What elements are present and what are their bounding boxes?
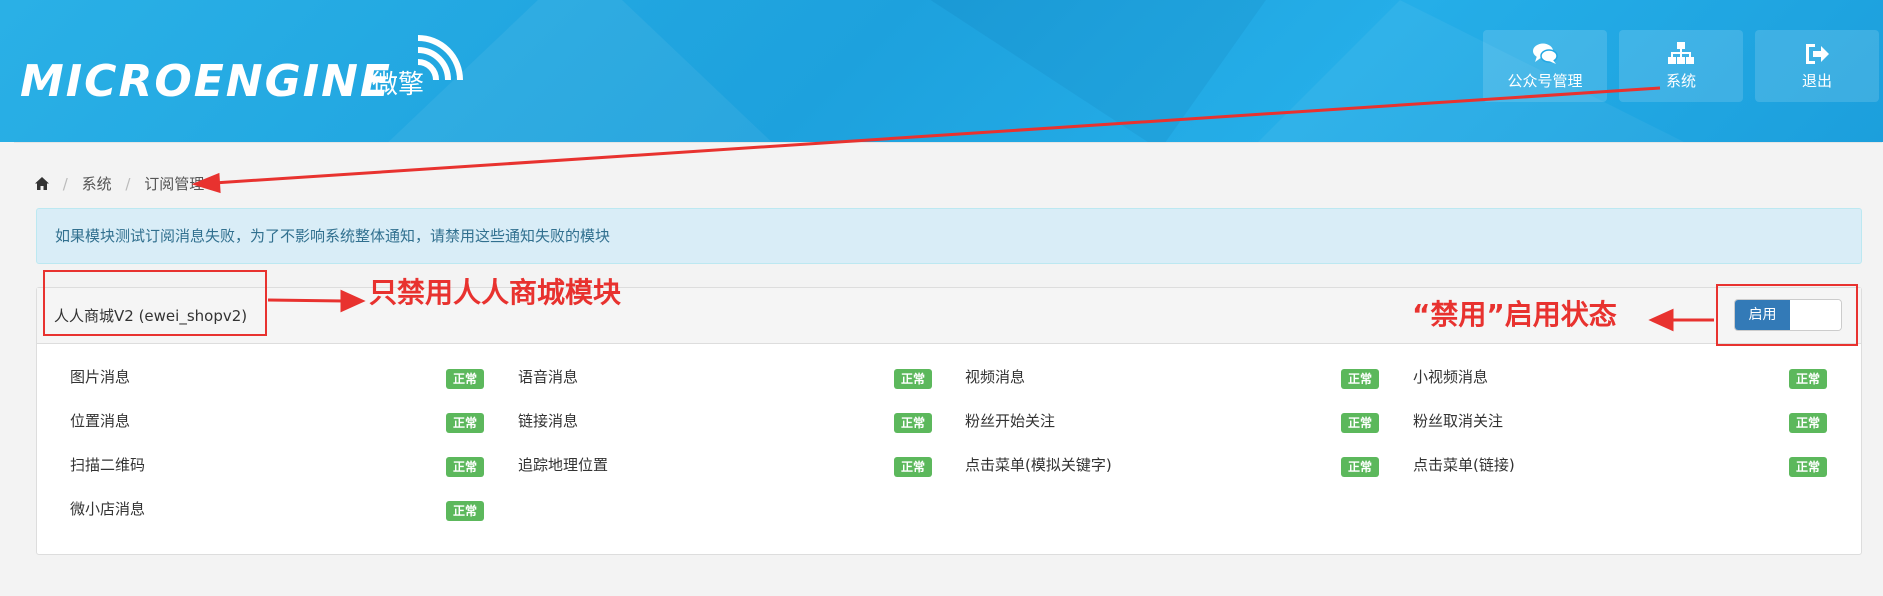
- logout-label: 退出: [1801, 72, 1832, 90]
- annotation-box-toggle: [1716, 284, 1858, 346]
- list-item-label: 点击菜单(模拟关键字): [965, 456, 1112, 474]
- sign-out-icon: [1806, 44, 1829, 64]
- list-item-label: 追踪地理位置: [518, 456, 609, 474]
- comments-icon: [1533, 43, 1558, 64]
- list-item-label: 微小店消息: [70, 500, 146, 518]
- annotation-box-module: [43, 270, 267, 336]
- status-badge: 正常: [1341, 413, 1379, 433]
- status-badge: 正常: [446, 369, 484, 389]
- status-badge: 正常: [446, 501, 484, 521]
- status-badge: 正常: [894, 413, 932, 433]
- logout-button[interactable]: 退出: [1755, 30, 1879, 102]
- system-button[interactable]: 系统: [1619, 30, 1743, 102]
- list-item-label: 小视频消息: [1413, 368, 1489, 386]
- list-item-label: 链接消息: [518, 412, 579, 430]
- status-badge: 正常: [1789, 413, 1827, 433]
- status-badge: 正常: [1341, 457, 1379, 477]
- info-alert: 如果模块测试订阅消息失败，为了不影响系统整体通知，请禁用这些通知失败的模块: [36, 208, 1862, 264]
- official-account-button[interactable]: 公众号管理: [1483, 30, 1607, 102]
- breadcrumb: / 系统 / 订阅管理: [35, 173, 204, 195]
- status-badge: 正常: [894, 457, 932, 477]
- top-header: MICROENGINE 微擎 公众号管理 系统 退出: [0, 0, 1883, 142]
- system-label: 系统: [1665, 72, 1696, 90]
- annotation-module-note: 只禁用人人商城模块: [369, 276, 622, 309]
- status-badge: 正常: [1789, 369, 1827, 389]
- list-item-label: 图片消息: [70, 368, 131, 386]
- list-item-label: 语音消息: [518, 368, 579, 386]
- list-item-label: 点击菜单(链接): [1413, 456, 1515, 474]
- list-item-label: 视频消息: [965, 368, 1026, 386]
- breadcrumb-item-system[interactable]: 系统: [82, 175, 112, 193]
- list-item-label: 粉丝取消关注: [1413, 412, 1504, 430]
- sitemap-icon: [1668, 42, 1694, 64]
- home-icon[interactable]: [35, 177, 49, 190]
- status-badge: 正常: [1789, 457, 1827, 477]
- official-account-label: 公众号管理: [1507, 72, 1583, 90]
- status-badge: 正常: [446, 413, 484, 433]
- breadcrumb-separator: /: [125, 175, 131, 193]
- status-badge: 正常: [446, 457, 484, 477]
- annotation-toggle-note: “禁用”启用状态: [1412, 298, 1617, 331]
- list-item-label: 粉丝开始关注: [965, 412, 1056, 430]
- status-badge: 正常: [1341, 369, 1379, 389]
- status-badge: 正常: [894, 369, 932, 389]
- breadcrumb-item-subscription: 订阅管理: [144, 175, 205, 193]
- brand-logo[interactable]: MICROENGINE: [20, 60, 392, 104]
- list-item-label: 扫描二维码: [70, 456, 146, 474]
- list-item-label: 位置消息: [70, 412, 131, 430]
- breadcrumb-separator: /: [62, 175, 68, 193]
- signal-icon: [417, 35, 463, 81]
